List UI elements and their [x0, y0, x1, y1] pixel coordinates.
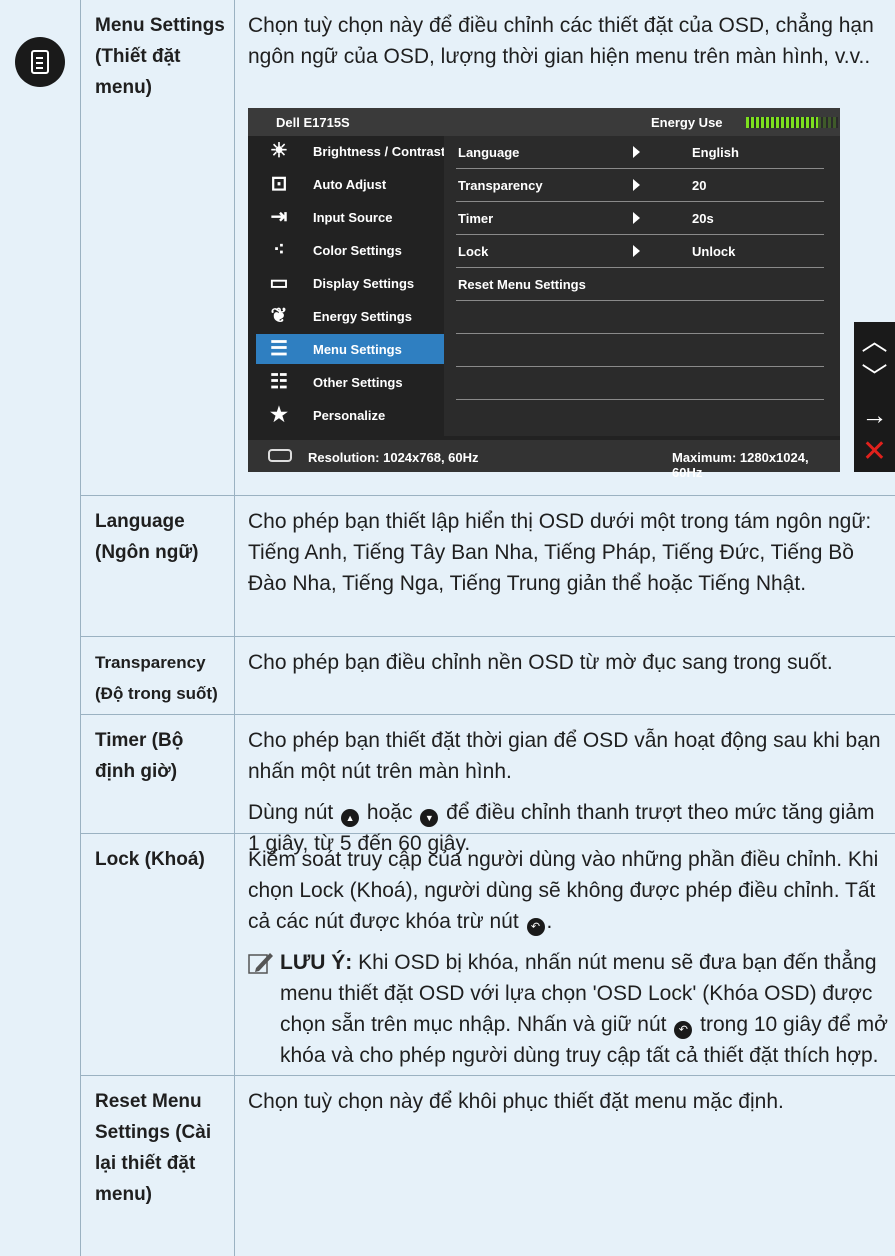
row-description: Chọn tuỳ chọn này để điều chỉnh các thiế…: [248, 14, 874, 68]
timer-desc-text: Cho phép bạn thiết đặt thời gian để OSD …: [248, 729, 881, 783]
osd-option-label: Reset Menu Settings: [458, 277, 586, 292]
sliders-icon: ☷: [270, 371, 288, 393]
osd-menu-item-personalize[interactable]: ★ Personalize: [256, 400, 444, 430]
pencil-note-icon: [248, 953, 273, 974]
osd-menu-item-menu-settings[interactable]: ☰ Menu Settings: [256, 334, 444, 364]
osd-menu-item-other[interactable]: ☷ Other Settings: [256, 367, 444, 397]
arrow-right-icon[interactable]: →: [854, 398, 895, 432]
osd-menu-label: Other Settings: [313, 375, 403, 390]
note-block: LƯU Ý: Khi OSD bị khóa, nhấn nút menu sẽ…: [248, 947, 888, 1071]
osd-option-value: 20: [692, 178, 707, 193]
osd-menu-item-brightness[interactable]: ☀ Brightness / Contrast: [256, 136, 446, 166]
osd-menu-label: Color Settings: [313, 243, 402, 258]
osd-menu-item-display[interactable]: ▭ Display Settings: [256, 268, 444, 298]
sun-icon: ☀: [270, 140, 288, 162]
row-label: Timer (Bộ định giờ): [95, 730, 184, 782]
osd-option-transparency[interactable]: Transparency 20: [456, 169, 824, 202]
osd-option-label: Timer: [458, 211, 494, 226]
osd-resolution: Resolution: 1024x768, 60Hz: [308, 450, 479, 465]
osd-maximum-resolution: Maximum: 1280x1024, 60Hz: [672, 450, 809, 480]
lock-desc-text: Kiểm soát truy cập của người dùng vào nh…: [248, 844, 888, 937]
color-dots-icon: ⁖: [273, 239, 285, 261]
osd-menu-label: Personalize: [313, 408, 386, 423]
star-icon: ★: [270, 404, 288, 426]
display-rect-icon: ▭: [269, 272, 289, 294]
osd-screenshot: Dell E1715S Energy Use ☀ Brightness / Co…: [248, 108, 840, 480]
row-description: Kiểm soát truy cập của người dùng vào nh…: [248, 844, 888, 1071]
osd-footer: Resolution: 1024x768, 60Hz Maximum: 1280…: [248, 440, 840, 480]
menu-doc-icon: ☰: [270, 338, 288, 360]
osd-option-reset[interactable]: Reset Menu Settings: [456, 268, 824, 301]
osd-header: Dell E1715S Energy Use: [248, 108, 840, 136]
osd-option-value: Unlock: [692, 244, 736, 259]
energy-meter: [746, 117, 838, 128]
row-label: Transparency (Độ trong suốt): [95, 653, 218, 703]
row-label: Lock (Khoá): [95, 849, 205, 870]
osd-menu-label: Energy Settings: [313, 309, 412, 324]
osd-menu-label: Menu Settings: [313, 342, 402, 357]
row-label: Reset Menu Settings (Cài lại thiết đặt m…: [95, 1091, 212, 1205]
osd-energy-label: Energy Use: [651, 115, 723, 130]
osd-option-label: Language: [458, 145, 520, 160]
osd-side-buttons: ︿ ﹀ → ✕: [854, 322, 895, 472]
osd-menu-label: Display Settings: [313, 276, 415, 291]
osd-option-label: Transparency: [458, 178, 543, 193]
table-row: Language (Ngôn ngữ) Cho phép bạn thiết l…: [81, 496, 895, 637]
osd-option-label: Lock: [458, 244, 489, 259]
up-button-icon: ▲: [341, 809, 360, 827]
back-button-icon: ↶: [526, 918, 545, 936]
text-fragment: Dùng nút: [248, 801, 334, 824]
osd-menu-label: Auto Adjust: [313, 177, 387, 192]
arrow-right-icon: [633, 245, 640, 257]
table-row: Timer (Bộ định giờ) Cho phép bạn thiết đ…: [81, 715, 895, 855]
osd-menu-list: ☀ Brightness / Contrast ⊡ Auto Adjust ⇥ …: [248, 136, 446, 436]
osd-option-empty: [456, 367, 824, 400]
down-button-icon: ▼: [420, 809, 439, 827]
table-row: Transparency (Độ trong suốt) Cho phép bạ…: [81, 637, 895, 715]
osd-model-name: Dell E1715S: [276, 115, 350, 130]
text-fragment: Kiểm soát truy cập của người dùng vào nh…: [248, 848, 879, 933]
input-source-icon: ⇥: [270, 206, 288, 228]
icon-column: [0, 0, 80, 1256]
osd-option-value: 20s: [692, 211, 714, 226]
table-row: Reset Menu Settings (Cài lại thiết đặt m…: [81, 1076, 895, 1256]
osd-option-value: English: [692, 145, 739, 160]
row-label: Language (Ngôn ngữ): [95, 511, 199, 563]
osd-menu-item-auto-adjust[interactable]: ⊡ Auto Adjust: [256, 169, 444, 199]
auto-adjust-icon: ⊡: [270, 173, 288, 195]
chevron-down-icon[interactable]: ﹀: [854, 360, 895, 394]
osd-menu-item-energy[interactable]: ❦ Energy Settings: [256, 301, 444, 331]
osd-option-lock[interactable]: Lock Unlock: [456, 235, 824, 268]
text-fragment: hoặc: [366, 801, 413, 824]
arrow-right-icon: [633, 146, 640, 158]
vga-connector-icon: [268, 449, 292, 462]
osd-option-empty: [456, 334, 824, 367]
row-description: Chọn tuỳ chọn này để khôi phục thiết đặt…: [248, 1090, 784, 1113]
osd-menu-label: Brightness / Contrast: [313, 144, 446, 159]
close-icon[interactable]: ✕: [854, 435, 895, 469]
back-button-icon: ↶: [674, 1021, 693, 1039]
arrow-right-icon: [633, 212, 640, 224]
osd-option-empty: [456, 400, 824, 433]
arrow-right-icon: [633, 179, 640, 191]
menu-settings-icon: [15, 37, 65, 87]
osd-menu-label: Input Source: [313, 210, 393, 225]
row-label: Menu Settings (Thiết đặt menu): [95, 15, 225, 98]
osd-option-timer[interactable]: Timer 20s: [456, 202, 824, 235]
osd-options-panel: Language English Transparency 20 Timer 2…: [444, 136, 840, 436]
row-description: Cho phép bạn điều chỉnh nền OSD từ mờ đụ…: [248, 651, 833, 674]
note-label: LƯU Ý:: [280, 951, 353, 974]
row-description: Cho phép bạn thiết lập hiển thị OSD dưới…: [248, 510, 872, 595]
table-row: Lock (Khoá) Kiểm soát truy cập của người…: [81, 834, 895, 1076]
osd-option-language[interactable]: Language English: [456, 136, 824, 169]
osd-option-empty: [456, 301, 824, 334]
leaf-icon: ❦: [270, 305, 288, 327]
osd-menu-item-input-source[interactable]: ⇥ Input Source: [256, 202, 444, 232]
chevron-up-icon[interactable]: ︿: [854, 324, 895, 358]
text-fragment: .: [546, 910, 553, 933]
osd-menu-item-color[interactable]: ⁖ Color Settings: [256, 235, 444, 265]
